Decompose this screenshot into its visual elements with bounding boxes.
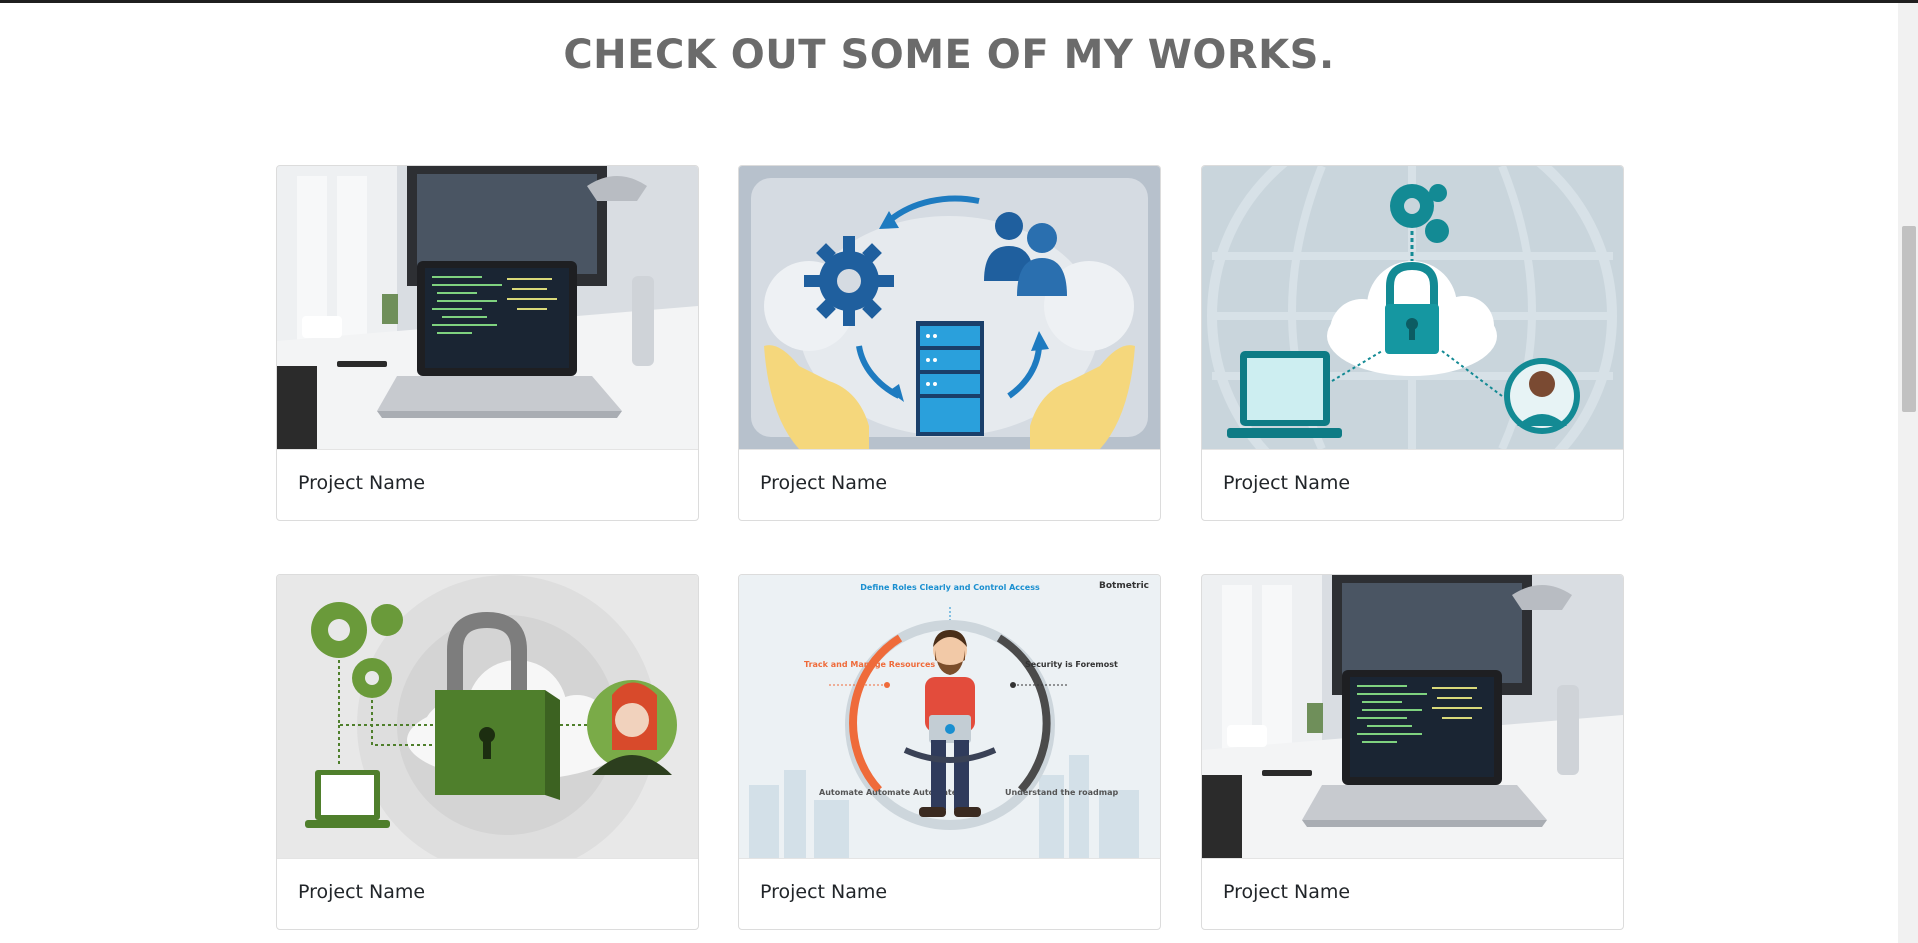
- project-card[interactable]: Project Name: [1201, 574, 1624, 930]
- card-body: Project Name: [1202, 449, 1623, 520]
- infographic-right-label: Security is Foremost: [1025, 660, 1118, 669]
- card-body: Project Name: [1202, 858, 1623, 929]
- infographic-brand: Botmetric: [1099, 581, 1149, 591]
- project-image-cloud-server[interactable]: [739, 166, 1160, 449]
- infographic-top-label: Define Roles Clearly and Control Access: [860, 583, 1040, 592]
- project-card[interactable]: Botmetric Define Roles Clearly and Contr…: [738, 574, 1161, 930]
- project-title[interactable]: Project Name: [298, 472, 425, 494]
- top-border: [0, 0, 1918, 3]
- project-card[interactable]: Project Name: [276, 574, 699, 930]
- card-body: Project Name: [739, 449, 1160, 520]
- card-body: Project Name: [739, 858, 1160, 929]
- scrollbar-track[interactable]: [1898, 3, 1918, 943]
- infographic-bottom-right-label: Understand the roadmap: [1005, 788, 1119, 797]
- section-heading: CHECK OUT SOME OF MY WORKS.: [563, 32, 1335, 78]
- scrollbar-thumb[interactable]: [1902, 226, 1916, 412]
- project-image-green-lock[interactable]: [277, 575, 698, 858]
- project-image-cloud-lock[interactable]: [1202, 166, 1623, 449]
- project-title[interactable]: Project Name: [298, 881, 425, 903]
- project-title[interactable]: Project Name: [760, 472, 887, 494]
- project-title[interactable]: Project Name: [1223, 881, 1350, 903]
- project-title[interactable]: Project Name: [760, 881, 887, 903]
- project-card[interactable]: Project Name: [1201, 165, 1624, 521]
- card-body: Project Name: [277, 858, 698, 929]
- infographic-left-label: Track and Manage Resources: [804, 660, 935, 669]
- project-title[interactable]: Project Name: [1223, 472, 1350, 494]
- project-image-laptop[interactable]: [277, 166, 698, 449]
- project-card[interactable]: Project Name: [738, 165, 1161, 521]
- project-card[interactable]: Project Name: [276, 165, 699, 521]
- project-image-infographic[interactable]: Botmetric Define Roles Clearly and Contr…: [739, 575, 1160, 858]
- card-body: Project Name: [277, 449, 698, 520]
- project-image-laptop[interactable]: [1202, 575, 1623, 858]
